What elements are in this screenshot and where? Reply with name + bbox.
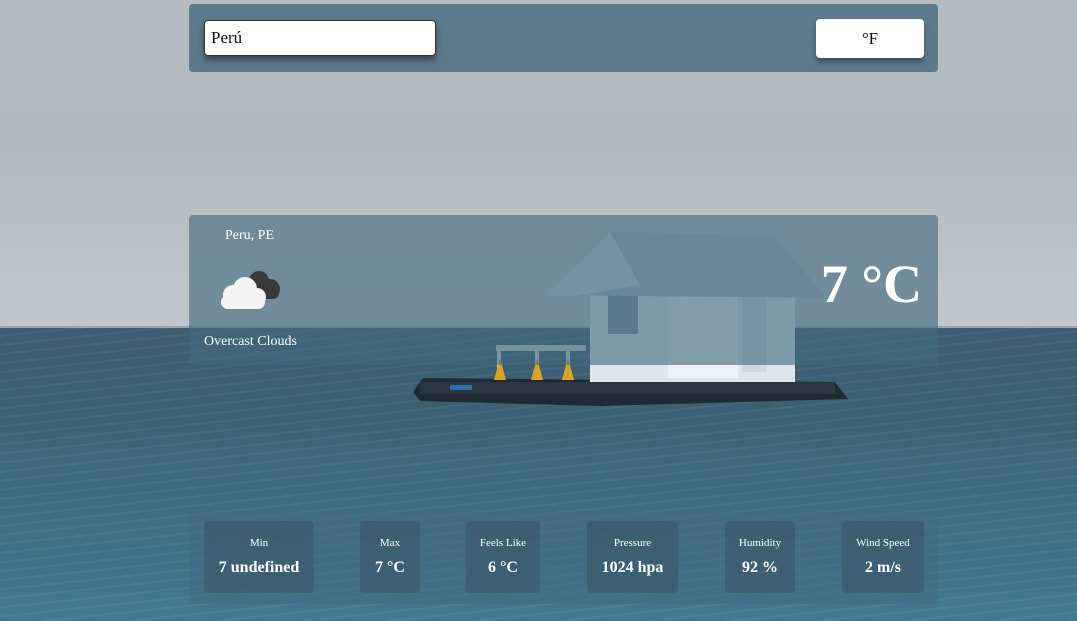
stat-label: Pressure — [613, 537, 652, 549]
stat-card-max: Max 7 °C — [360, 521, 420, 593]
weather-condition: Overcast Clouds — [204, 334, 297, 349]
stat-value: 2 m/s — [865, 559, 901, 576]
overcast-clouds-icon — [221, 271, 280, 309]
current-temperature: 7 °C — [820, 254, 922, 314]
stat-card-min: Min 7 undefined — [204, 521, 314, 593]
stat-value: 6 °C — [488, 559, 518, 576]
current-weather-panel: Peru, PE Overcast Clouds 7 °C — [189, 215, 938, 365]
city-search-input[interactable] — [204, 20, 436, 56]
weather-stats-panel: Min 7 undefined Max 7 °C Feels Like 6 °C… — [189, 512, 938, 604]
unit-toggle-button[interactable]: °F — [816, 19, 924, 58]
stat-value: 92 % — [742, 559, 778, 576]
stat-label: Max — [379, 537, 401, 549]
location-label: Peru, PE — [225, 228, 274, 243]
stat-label: Min — [249, 537, 269, 549]
stat-value: 7 undefined — [218, 559, 300, 576]
stat-label: Humidity — [738, 537, 782, 549]
stat-card-humidity: Humidity 92 % — [725, 521, 795, 593]
search-panel: °F — [189, 4, 938, 72]
stat-label: Feels Like — [479, 537, 527, 549]
stat-card-pressure: Pressure 1024 hpa — [587, 521, 678, 593]
stat-card-wind-speed: Wind Speed 2 m/s — [842, 521, 924, 593]
stat-card-feels-like: Feels Like 6 °C — [466, 521, 540, 593]
stat-value: 7 °C — [375, 559, 405, 576]
stat-label: Wind Speed — [856, 537, 910, 549]
stat-value: 1024 hpa — [601, 559, 664, 576]
